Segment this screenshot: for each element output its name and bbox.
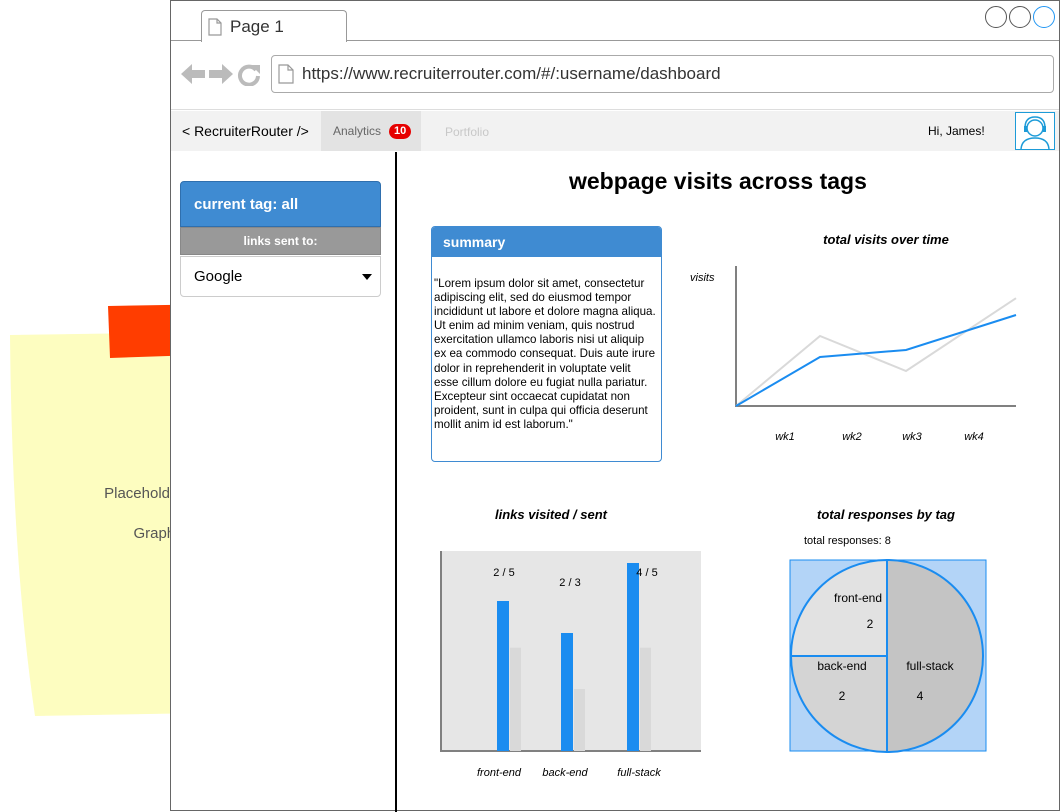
pie-chart-title: total responses by tag bbox=[817, 507, 955, 522]
site-select-value: Google bbox=[194, 268, 243, 285]
close-window-icon[interactable] bbox=[985, 6, 1007, 28]
summary-title: summary bbox=[432, 227, 661, 257]
links-sent-label: links sent to: bbox=[180, 227, 381, 255]
line-chart-x-tick: wk1 bbox=[775, 431, 795, 443]
window-controls bbox=[985, 6, 1055, 28]
bar-sent-front-end bbox=[510, 647, 521, 751]
page-icon bbox=[208, 17, 222, 36]
maximize-window-icon[interactable] bbox=[1033, 6, 1055, 28]
back-arrow-icon[interactable] bbox=[181, 62, 205, 86]
summary-panel: summary "Lorem ipsum dolor sit amet, con… bbox=[431, 226, 662, 462]
line-chart-title: total visits over time bbox=[823, 232, 949, 247]
total-responses: total responses: 8 bbox=[804, 535, 891, 547]
page-icon bbox=[278, 64, 294, 84]
line-chart-x-tick: wk4 bbox=[964, 431, 984, 443]
line-chart-x-tick: wk3 bbox=[902, 431, 922, 443]
bar-visited-full-stack bbox=[627, 563, 639, 751]
bar-sent-full-stack bbox=[640, 647, 651, 751]
pie-slice-value: 2 bbox=[867, 617, 874, 631]
address-bar[interactable]: https://www.recruiterrouter.com/#/:usern… bbox=[271, 55, 1054, 93]
page-title: webpage visits across tags bbox=[569, 168, 867, 194]
bar-data-label: 2 / 5 bbox=[493, 567, 514, 579]
bar-data-label: 2 / 3 bbox=[559, 577, 580, 589]
bar-chart-x-tick: front-end bbox=[477, 767, 522, 779]
site-select[interactable]: Google bbox=[180, 256, 381, 297]
app-header: < RecruiterRouter /> Analytics 10 Portfo… bbox=[171, 111, 1059, 151]
line-chart-x-tick: wk2 bbox=[842, 431, 862, 443]
brand-logo[interactable]: < RecruiterRouter /> bbox=[182, 123, 309, 139]
browser-tab[interactable]: Page 1 bbox=[201, 10, 347, 42]
browser-navbar: https://www.recruiterrouter.com/#/:usern… bbox=[171, 42, 1059, 110]
bar-data-label: 4 / 5 bbox=[636, 567, 657, 579]
summary-body: "Lorem ipsum dolor sit amet, consectetur… bbox=[434, 277, 656, 431]
pie-chart: full-stack 4 back-end 2 front-end 2 bbox=[789, 558, 987, 754]
bar-chart-x-tick: full-stack bbox=[617, 767, 661, 779]
line-chart: visits wk1 wk2 wk3 wk4 bbox=[690, 266, 1017, 443]
nav-item-label: Analytics bbox=[333, 124, 382, 138]
forward-arrow-icon[interactable] bbox=[209, 62, 233, 86]
minimize-window-icon[interactable] bbox=[1009, 6, 1031, 28]
user-avatar-icon bbox=[1020, 116, 1050, 150]
avatar[interactable] bbox=[1015, 112, 1055, 150]
bar-visited-front-end bbox=[497, 601, 509, 751]
refresh-icon[interactable] bbox=[237, 62, 261, 86]
pie-slice-label: back-end bbox=[817, 659, 866, 673]
pie-slice-label: full-stack bbox=[906, 659, 954, 673]
bar-chart-x-tick: back-end bbox=[542, 767, 588, 779]
pie-slice-value: 2 bbox=[839, 689, 846, 703]
user-greeting: Hi, James! bbox=[928, 124, 985, 138]
line-series-0 bbox=[735, 314, 1017, 407]
url-text: https://www.recruiterrouter.com/#/:usern… bbox=[302, 64, 721, 83]
nav-item-analytics[interactable]: Analytics 10 bbox=[321, 111, 421, 151]
sidebar-divider bbox=[395, 152, 397, 812]
tab-title: Page 1 bbox=[230, 16, 284, 36]
pie-slice-value: 4 bbox=[917, 689, 924, 703]
bar-chart: 2 / 5 front-end 2 / 3 back-end 4 / 5 full-sta… bbox=[440, 551, 701, 779]
pie-slice-label: front-end bbox=[834, 591, 882, 605]
browser-window: Page 1 https://www.recruiterrouter.com/#… bbox=[170, 0, 1060, 812]
line-chart-axes bbox=[735, 266, 1016, 407]
chevron-down-icon bbox=[362, 274, 372, 280]
line-chart-y-label: visits bbox=[690, 272, 715, 284]
current-tag-header: current tag: all bbox=[180, 181, 381, 227]
bar-visited-back-end bbox=[561, 633, 573, 751]
tab-bar: Page 1 bbox=[171, 1, 1059, 42]
nav-item-portfolio[interactable]: Portfolio bbox=[445, 125, 489, 139]
bar-sent-back-end bbox=[574, 689, 585, 751]
notification-badge: 10 bbox=[389, 123, 412, 139]
bar-chart-title: links visited / sent bbox=[495, 507, 607, 522]
